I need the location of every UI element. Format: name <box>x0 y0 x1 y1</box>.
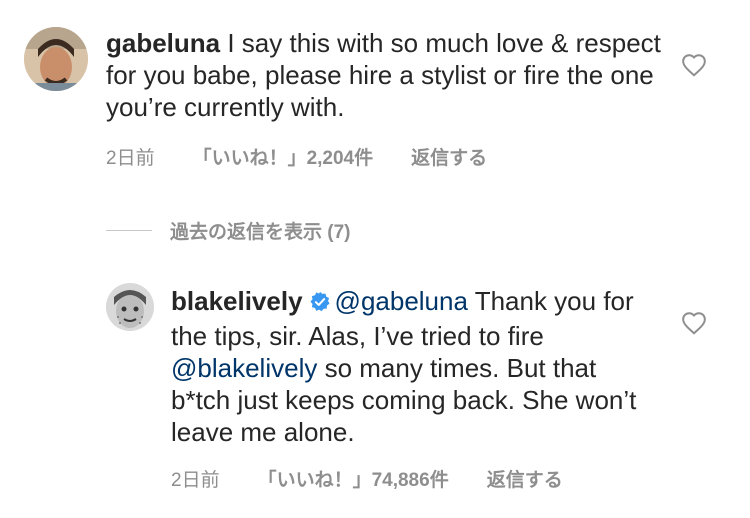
like-comment-button[interactable] <box>681 53 707 77</box>
avatar-blakelively[interactable] <box>106 283 154 331</box>
comment-username[interactable]: gabeluna <box>106 28 220 58</box>
heart-outline-icon <box>682 312 706 335</box>
like-reply-button[interactable] <box>681 311 707 335</box>
reply-text: blakelively @gabeluna Thank you for the t… <box>171 285 651 448</box>
view-replies-label[interactable]: 過去の返信を表示 (7) <box>170 217 351 244</box>
heart-outline-icon <box>682 54 706 77</box>
reply-meta: 2日前 「いいね！」74,886件 返信する <box>171 465 563 492</box>
avatar-gabeluna[interactable] <box>24 27 88 91</box>
reply-mention-blakelively[interactable]: @blakelively <box>171 353 317 383</box>
replies-divider-line <box>106 230 152 231</box>
comment-like-count[interactable]: 「いいね！」2,204件 <box>193 143 374 170</box>
verified-badge-icon <box>309 288 331 320</box>
reply-username[interactable]: blakelively <box>171 286 303 316</box>
view-replies-toggle[interactable]: 過去の返信を表示 (7) <box>106 217 351 244</box>
comment-timestamp: 2日前 <box>106 148 155 169</box>
reply-mention-gabeluna[interactable]: @gabeluna <box>335 286 468 316</box>
comment-meta: 2日前 「いいね！」2,204件 返信する <box>106 143 487 170</box>
reply-like-count[interactable]: 「いいね！」74,886件 <box>258 465 449 492</box>
comment-reply-button[interactable]: 返信する <box>411 143 487 170</box>
reply-reply-button[interactable]: 返信する <box>487 465 563 492</box>
reply-timestamp: 2日前 <box>171 470 220 491</box>
comment-text: gabeluna I say this with so much love & … <box>106 27 666 123</box>
